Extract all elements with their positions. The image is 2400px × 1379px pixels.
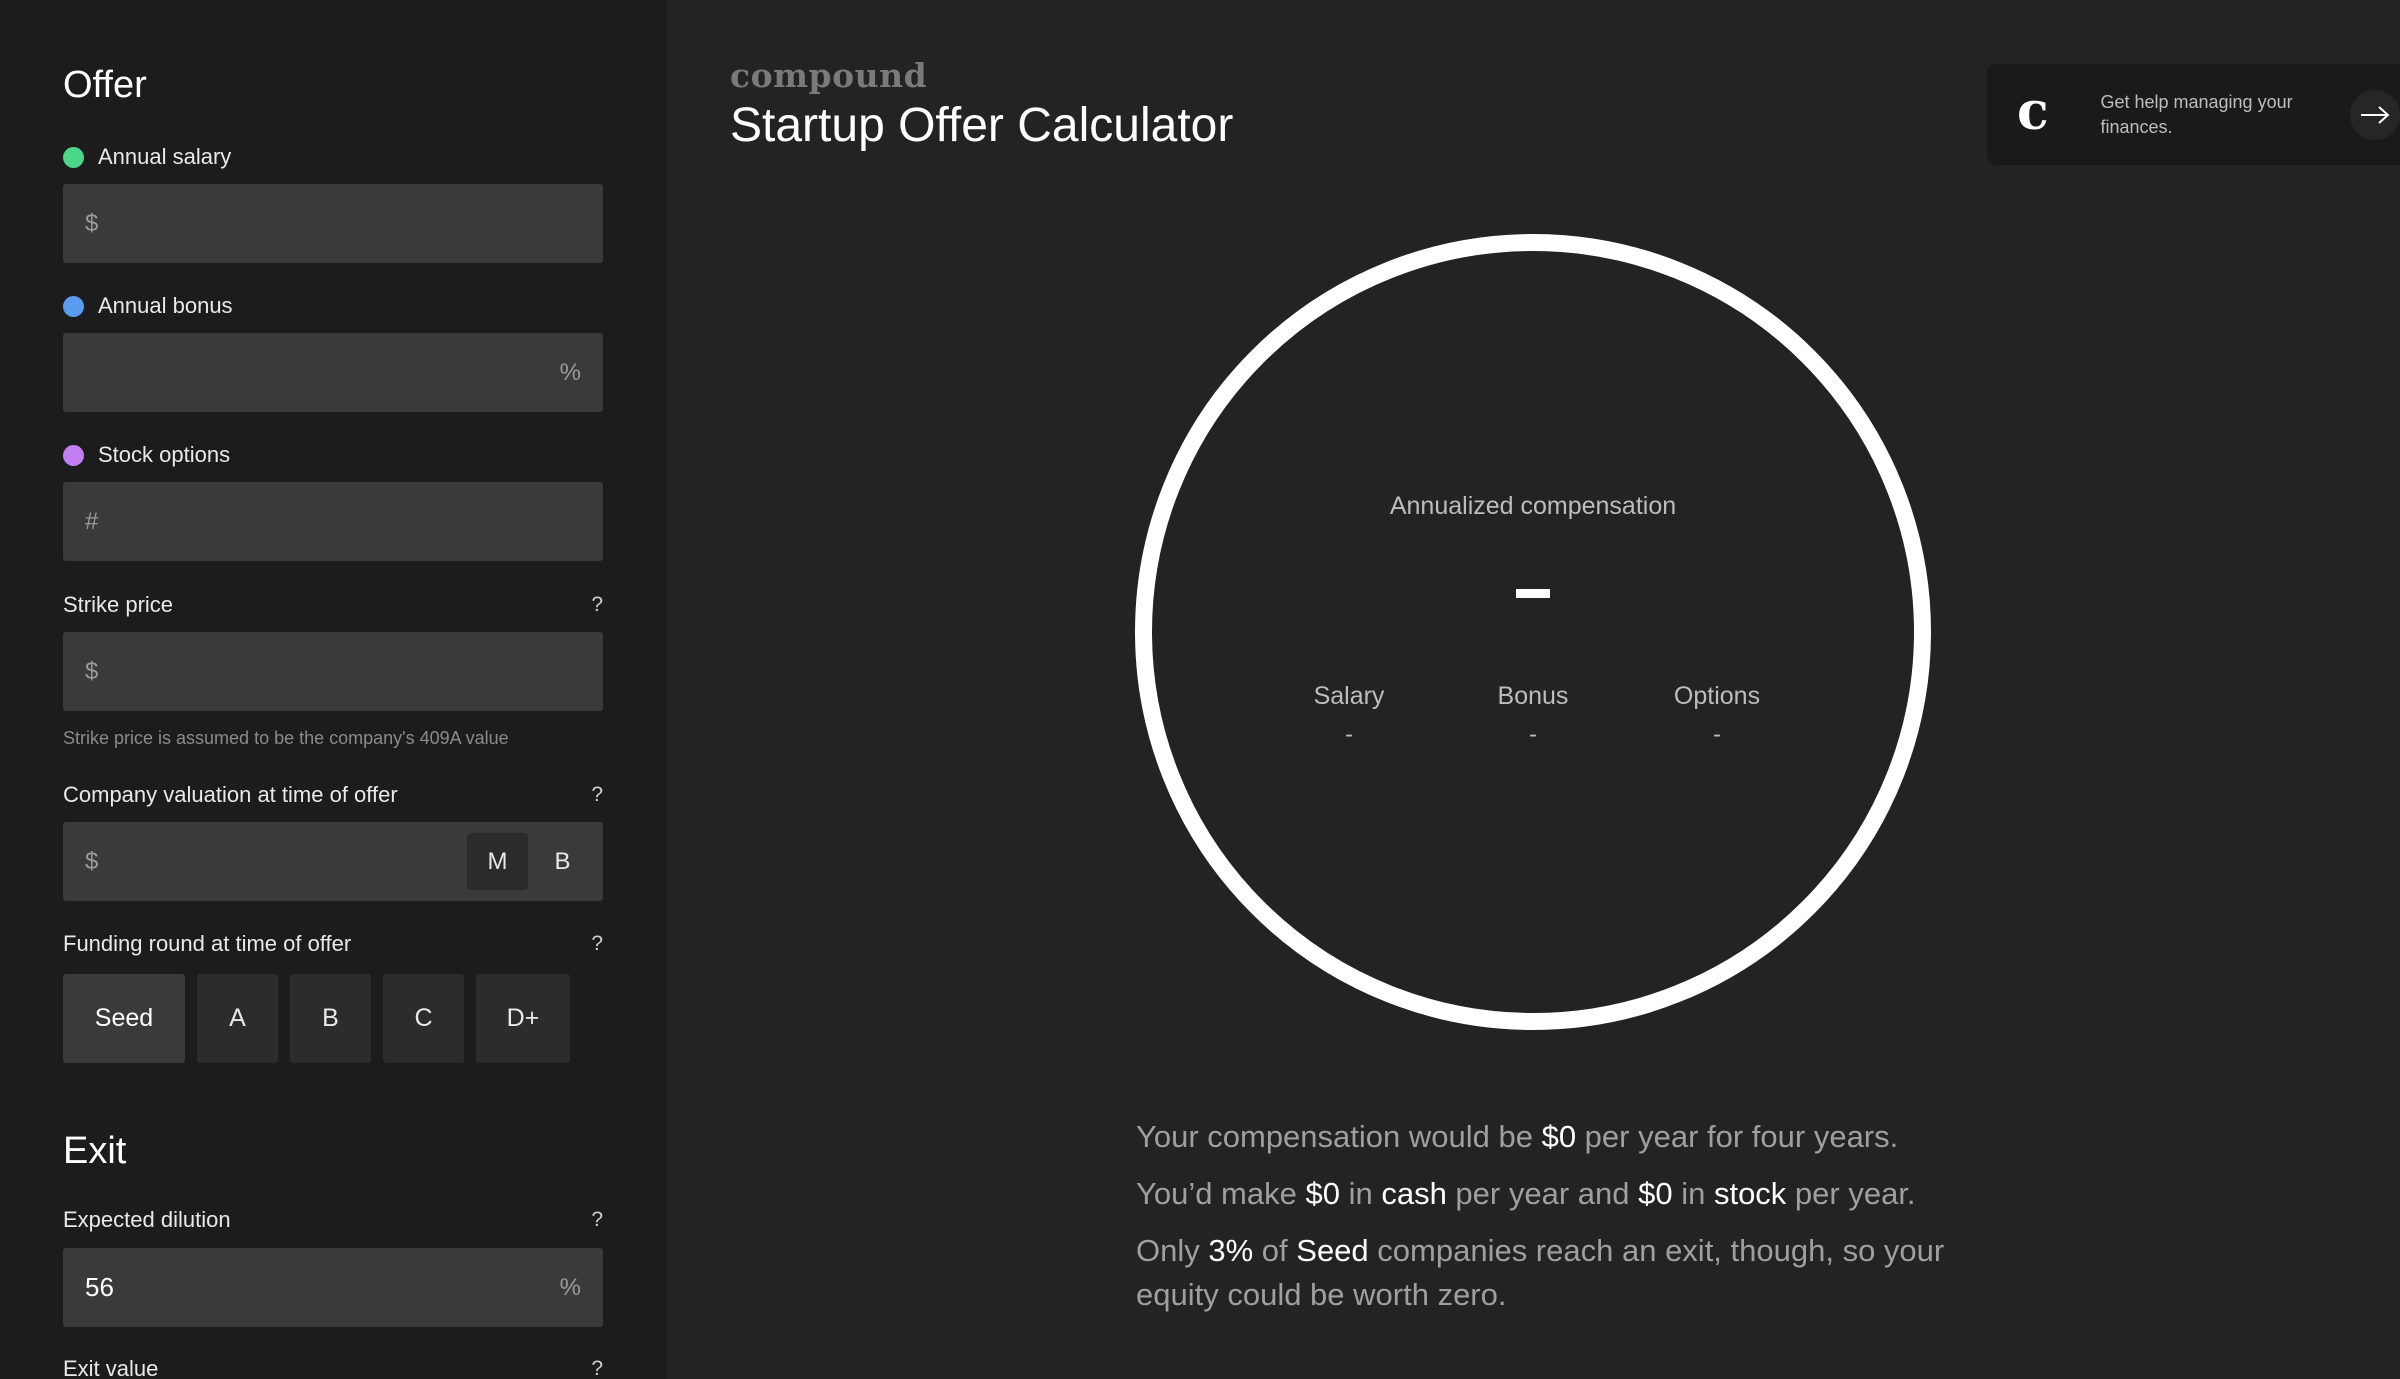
dilution-field[interactable]: 56 % <box>63 1248 603 1327</box>
annual-bonus-label-text: Annual bonus <box>98 293 233 318</box>
valuation-label-text: Company valuation at time of offer <box>63 782 398 807</box>
valuation-input[interactable] <box>108 831 467 892</box>
annual-salary-field[interactable]: $ <box>63 184 603 263</box>
round-a-button[interactable]: A <box>197 974 278 1063</box>
stock-options-label-text: Stock options <box>98 442 231 467</box>
funding-round-label: Funding round at time of offer ? <box>63 927 603 961</box>
percent-suffix: % <box>559 358 581 386</box>
round-d-plus-button[interactable]: D+ <box>476 974 570 1063</box>
valuation-unit-toggle: M B <box>467 833 593 890</box>
stock-options-field[interactable]: # <box>63 482 603 561</box>
summary-line-total: Your compensation would be $0 per year f… <box>1136 1119 1899 1154</box>
dollar-prefix: $ <box>85 657 99 685</box>
stock-options-label: Stock options <box>63 438 603 472</box>
annual-salary-label: Annual salary <box>63 140 603 174</box>
dollar-prefix: $ <box>85 209 99 237</box>
compensation-ring <box>1135 234 1931 1030</box>
dollar-prefix: $ <box>85 847 99 875</box>
funding-round-help-icon[interactable]: ? <box>591 932 603 956</box>
annual-salary-input[interactable] <box>108 193 581 254</box>
compound-c-logo: c <box>2017 81 2049 142</box>
round-c-button[interactable]: C <box>383 974 464 1063</box>
annualized-compensation-empty-value <box>1516 589 1550 598</box>
summary-line-cash-stock: You’d make $0 in cash per year and $0 in… <box>1136 1176 1916 1211</box>
brand-logo[interactable]: compound <box>730 56 927 95</box>
breakdown-options-value: - <box>1713 721 1721 748</box>
summary: Your compensation would be $0 per year f… <box>1136 1115 1956 1330</box>
breakdown-options-label: Options <box>1673 682 1761 710</box>
valuation-field[interactable]: $ M B <box>63 822 603 901</box>
exit-value-label-text: Exit value <box>63 1356 159 1379</box>
annualized-compensation-label: Annualized compensation <box>1389 492 1677 520</box>
annual-bonus-input[interactable] <box>85 342 560 403</box>
funding-round-label-text: Funding round at time of offer <box>63 931 352 956</box>
strike-price-label: Strike price ? <box>63 588 603 622</box>
strike-price-input[interactable] <box>108 641 581 702</box>
breakdown-bonus-label: Bonus <box>1497 682 1569 710</box>
summary-line-exit: Only 3% of Seed companies reach an exit,… <box>1136 1233 1945 1312</box>
breakdown-options: Options - <box>1617 682 1817 749</box>
options-dot-icon <box>63 444 84 466</box>
funding-round-options: Seed A B C D+ <box>63 974 570 1063</box>
round-seed-button[interactable]: Seed <box>63 974 185 1063</box>
annual-bonus-field[interactable]: % <box>63 333 603 412</box>
annual-bonus-label: Annual bonus <box>63 289 603 323</box>
strike-price-label-text: Strike price <box>63 592 174 617</box>
round-b-button[interactable]: B <box>290 974 371 1063</box>
salary-dot-icon <box>63 146 84 168</box>
help-card[interactable]: c Get help managing your finances. <box>1987 64 2400 165</box>
valuation-label: Company valuation at time of offer ? <box>63 778 603 812</box>
strike-price-hint: Strike price is assumed to be the compan… <box>63 728 509 748</box>
breakdown-salary-value: - <box>1345 721 1353 748</box>
breakdown-salary-label: Salary <box>1313 682 1385 710</box>
breakdown-salary: Salary - <box>1249 682 1449 749</box>
dilution-help-icon[interactable]: ? <box>591 1208 603 1232</box>
unit-millions-button[interactable]: M <box>467 833 528 890</box>
dilution-label-text: Expected dilution <box>63 1207 231 1232</box>
dilution-label: Expected dilution ? <box>63 1203 603 1237</box>
sidebar: Offer Annual salary $ Annual bonus % Sto… <box>0 0 666 1379</box>
percent-suffix: % <box>559 1273 581 1301</box>
dilution-value[interactable]: 56 <box>85 1272 114 1303</box>
exit-value-label: Exit value ? <box>63 1352 603 1379</box>
bonus-dot-icon <box>63 295 84 317</box>
offer-section-title: Offer <box>63 64 147 106</box>
valuation-help-icon[interactable]: ? <box>591 783 603 807</box>
hash-prefix: # <box>85 507 99 535</box>
strike-price-field[interactable]: $ <box>63 632 603 711</box>
exit-value-help-icon[interactable]: ? <box>591 1357 603 1379</box>
annual-salary-label-text: Annual salary <box>98 144 232 169</box>
arrow-right-icon[interactable] <box>2350 89 2400 140</box>
breakdown-bonus: Bonus - <box>1433 682 1633 749</box>
stock-options-input[interactable] <box>108 491 581 552</box>
strike-price-help-icon[interactable]: ? <box>591 593 603 617</box>
page-title: Startup Offer Calculator <box>730 99 1234 152</box>
exit-section-title: Exit <box>63 1130 127 1172</box>
breakdown-bonus-value: - <box>1529 721 1537 748</box>
help-card-text: Get help managing your finances. <box>2100 91 2293 137</box>
unit-billions-button[interactable]: B <box>532 833 593 890</box>
